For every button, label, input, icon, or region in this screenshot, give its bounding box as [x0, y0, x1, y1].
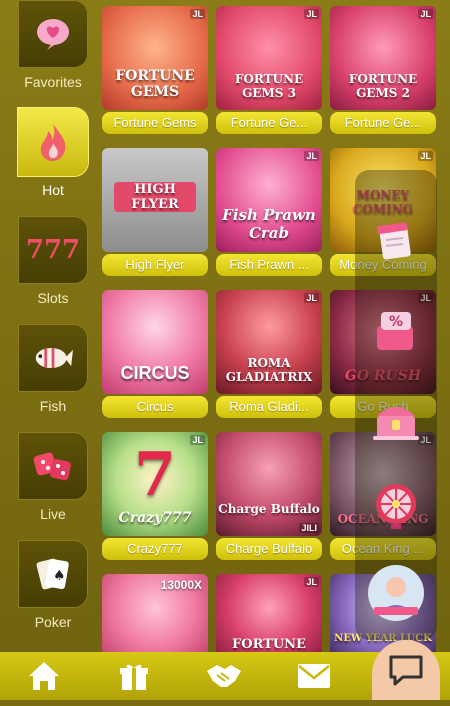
category-label: Hot — [42, 182, 64, 198]
seven-art: 7 — [134, 440, 176, 510]
game-card[interactable]: CIRCUS Circus — [102, 284, 208, 422]
sevens-icon: 777 — [25, 235, 81, 265]
treasure-chest-icon[interactable] — [361, 384, 431, 454]
notepad-icon[interactable] — [361, 206, 431, 276]
game-name: Fortune Gems — [102, 112, 208, 134]
promo-float-panel: % — [355, 170, 437, 640]
game-name: Fortune Ge... — [330, 112, 436, 134]
category-label: Poker — [34, 614, 72, 630]
game-thumbnail: JL ROMA GLADIATRIX — [216, 290, 322, 394]
provider-badge: JILI — [299, 523, 319, 533]
provider-badge: JL — [304, 577, 319, 587]
dice-icon — [33, 446, 73, 486]
game-thumbnail: 13000X — [102, 574, 208, 658]
game-card[interactable]: JL 7 Crazy777 Crazy777 — [102, 426, 208, 564]
game-name: Crazy777 — [102, 538, 208, 560]
app-screen: Favorites Hot 777 Slots Fish Live ♠ Poke… — [0, 0, 450, 700]
game-thumbnail: JL FORTUNE — [216, 574, 322, 658]
category-label: Slots — [37, 290, 69, 306]
handshake-icon[interactable] — [204, 658, 244, 694]
game-thumbnail: JL 7 Crazy777 — [102, 432, 208, 536]
game-name: High Flyer — [102, 254, 208, 276]
game-card[interactable]: HIGH FLYER High Flyer — [102, 142, 208, 280]
game-card[interactable]: JL Fish Prawn Crab Fish Prawn ... — [216, 142, 322, 280]
game-thumbnail: CIRCUS — [102, 290, 208, 394]
game-card[interactable]: JILI Charge Buffalo Charge Buffalo — [216, 426, 322, 564]
category-slots[interactable]: 777 Slots — [18, 216, 88, 316]
provider-badge: JL — [304, 293, 319, 303]
heart-chat-icon — [33, 14, 73, 54]
prize-wheel-icon[interactable] — [361, 470, 431, 540]
game-art-title: Charge Buffalo — [218, 502, 320, 516]
category-label: Live — [40, 506, 66, 522]
game-thumbnail: JL FORTUNE GEMS 2 — [330, 6, 436, 110]
category-favorites[interactable]: Favorites — [18, 0, 88, 100]
provider-badge: JL — [190, 9, 205, 19]
game-name: Roma Gladi... — [216, 396, 322, 418]
home-icon[interactable] — [24, 658, 64, 694]
game-art-title: CIRCUS — [120, 363, 190, 383]
game-card[interactable]: JL FORTUNE GEMS 3 Fortune Ge... — [216, 0, 322, 138]
game-thumbnail: JL Fish Prawn Crab — [216, 148, 322, 252]
game-card[interactable]: JL ROMA GLADIATRIX Roma Gladi... — [216, 284, 322, 422]
chat-bubble-icon[interactable] — [372, 640, 440, 700]
game-name: Fish Prawn ... — [216, 254, 322, 276]
provider-badge: JL — [304, 9, 319, 19]
svg-text:♠: ♠ — [53, 568, 66, 584]
provider-badge: JL — [304, 151, 319, 161]
category-hot[interactable]: Hot — [18, 108, 88, 208]
game-name: Charge Buffalo — [216, 538, 322, 560]
fish-icon — [33, 338, 73, 378]
category-label: Favorites — [24, 74, 82, 90]
game-art-title: HIGH FLYER — [114, 182, 196, 212]
gift-icon[interactable] — [114, 658, 154, 694]
game-thumbnail: JL FORTUNE GEMS 3 — [216, 6, 322, 110]
category-sidebar: Favorites Hot 777 Slots Fish Live ♠ Poke… — [0, 0, 100, 650]
flame-icon — [33, 122, 73, 162]
game-art-title: Fish Prawn Crab — [222, 206, 316, 242]
percent-gift-icon[interactable]: % — [361, 296, 431, 366]
category-poker[interactable]: ♠ Poker — [18, 540, 88, 640]
game-card[interactable]: JL FORTUNE GEMS Fortune Gems — [102, 0, 208, 138]
game-name: Fortune Ge... — [216, 112, 322, 134]
cards-icon: ♠ — [33, 554, 73, 594]
game-art-title: FORTUNE GEMS 2 — [348, 72, 418, 100]
multiplier-label: 13000X — [160, 578, 202, 592]
game-art-title: ROMA GLADIATRIX — [225, 356, 313, 384]
mail-icon[interactable] — [294, 658, 334, 694]
game-thumbnail: JL FORTUNE GEMS — [102, 6, 208, 110]
category-live[interactable]: Live — [18, 432, 88, 532]
game-thumbnail: HIGH FLYER — [102, 148, 208, 252]
category-fish[interactable]: Fish — [18, 324, 88, 424]
game-art-title: FORTUNE — [232, 637, 306, 652]
svg-text:%: % — [389, 314, 403, 330]
provider-badge: JL — [418, 151, 433, 161]
avatar-promo-icon[interactable] — [361, 558, 431, 628]
category-label: Fish — [39, 398, 67, 414]
game-art-title: Crazy777 — [118, 510, 192, 526]
game-card[interactable]: JL FORTUNE GEMS 2 Fortune Ge... — [330, 0, 436, 138]
game-thumbnail: JILI Charge Buffalo — [216, 432, 322, 536]
game-name: Circus — [102, 396, 208, 418]
game-art-title: FORTUNE GEMS 3 — [234, 72, 304, 100]
game-art-title: FORTUNE GEMS — [115, 68, 195, 100]
provider-badge: JL — [418, 9, 433, 19]
